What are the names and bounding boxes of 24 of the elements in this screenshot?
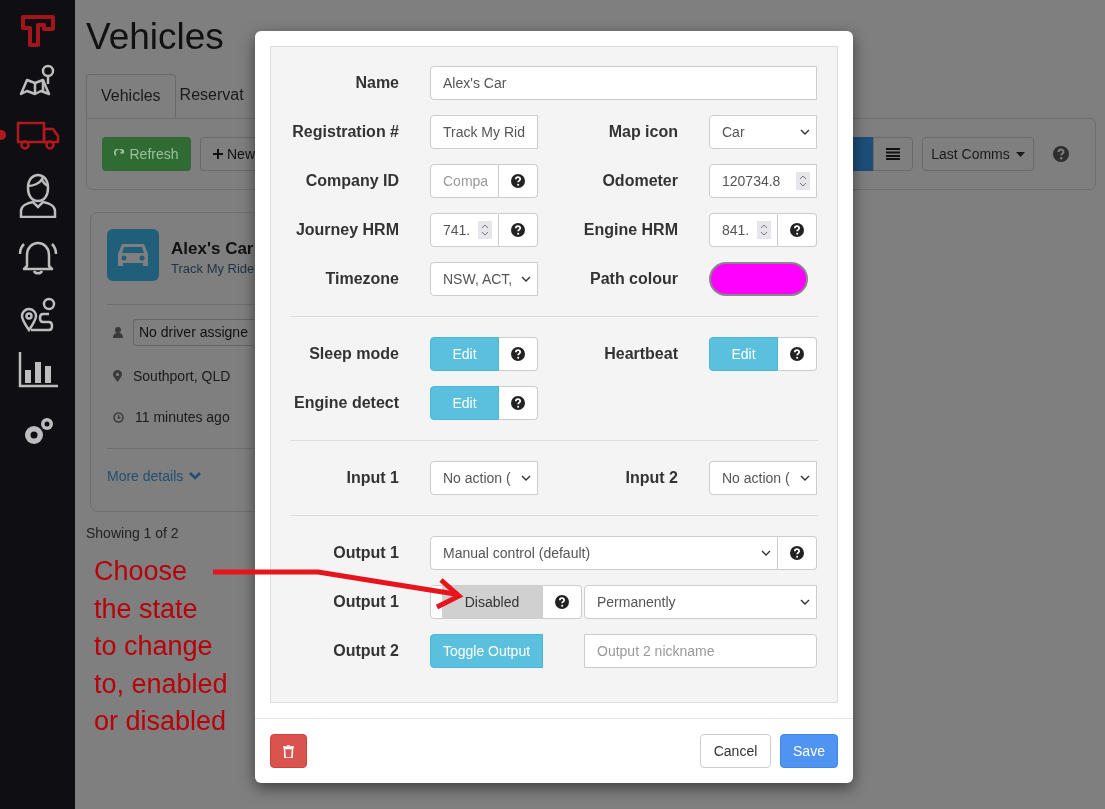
page-title: Vehicles [86,15,225,59]
field-label: Registration # [291,122,399,142]
field-label: Engine HRM [582,220,678,240]
annotation-text: Choose the state to change to, enabled or disabled [94,555,228,738]
field-label: Odometer [601,171,678,191]
vehicle-subtitle: Track My Ride [171,260,255,278]
field-label: Journey HRM [294,220,399,240]
field-label: Sleep mode [308,344,399,364]
field-label: Input 2 [624,468,678,488]
field-label: Name [354,73,399,93]
field-label: Path colour [589,269,678,289]
field-label: Company ID [304,171,399,191]
location-text: Southport, QLD [133,367,231,386]
result-count: Showing 1 of 2 [86,524,180,542]
field-label: Map icon [607,122,678,142]
field-label: Output 1 [332,543,399,563]
field-label: Output 2 [332,641,399,661]
field-label: Input 1 [345,468,399,488]
last-seen-text: 11 minutes ago [135,408,230,427]
field-label: Timezone [324,269,399,289]
vehicle-name: Alex's Car [171,239,255,259]
field-label: Heartbeat [603,344,678,364]
field-label: Output 1 [332,592,399,612]
field-label: Engine detect [293,393,399,413]
